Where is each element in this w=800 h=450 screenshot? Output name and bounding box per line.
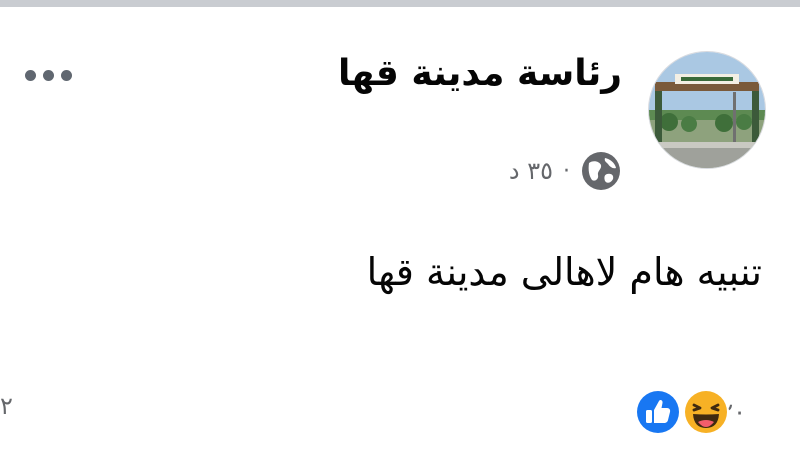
post-meta: ٣٥ د ·	[509, 150, 622, 192]
more-dot	[24, 69, 36, 81]
meta-separator: ·	[563, 158, 570, 184]
post-timestamp[interactable]: ٣٥ د	[509, 157, 553, 185]
page-avatar[interactable]	[648, 51, 766, 169]
avatar-photo	[649, 52, 765, 168]
page-name[interactable]: رئاسة مدينة قها	[338, 53, 622, 94]
more-options-icon[interactable]	[18, 57, 78, 93]
top-divider	[0, 0, 800, 7]
more-dot	[60, 69, 72, 81]
haha-icon	[683, 389, 730, 435]
globe-icon[interactable]	[580, 150, 622, 192]
post-card: رئاسة مدينة قها ٣٥ د · تنبيه هام لاهالى …	[0, 7, 800, 450]
like-icon	[635, 389, 682, 435]
more-dot	[42, 69, 54, 81]
post-text: تنبيه هام لاهالى مدينة قها	[366, 250, 762, 294]
comment-count[interactable]: ٢	[0, 392, 13, 420]
reactions-summary[interactable]: ٢٠	[634, 387, 760, 437]
